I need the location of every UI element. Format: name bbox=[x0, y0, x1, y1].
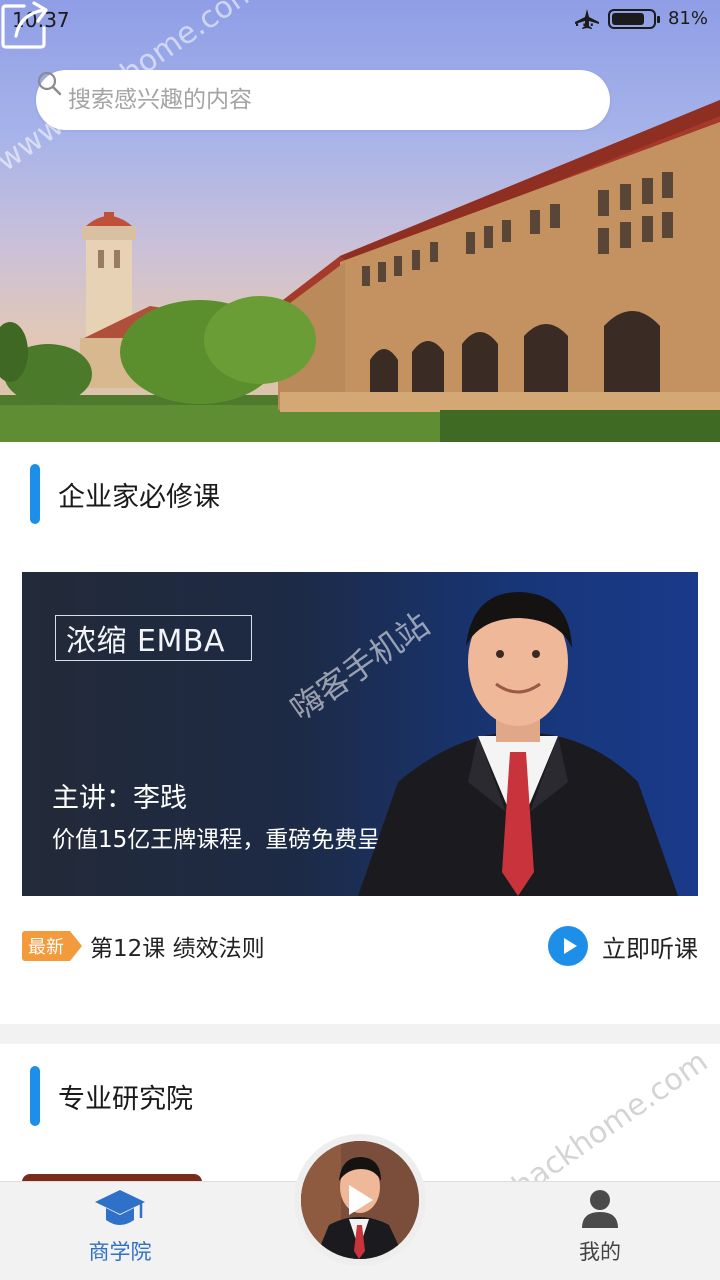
section-header: 专业研究院 bbox=[0, 1066, 193, 1126]
latest-lesson-row[interactable]: 最新 第12课 绩效法则 立即听课 bbox=[22, 926, 698, 966]
banner-speaker: 主讲：李践 bbox=[52, 783, 187, 814]
search-bar[interactable] bbox=[36, 70, 610, 130]
status-bar: 10:37 ... 81% bbox=[0, 0, 720, 42]
section-entrepreneur-courses: 企业家必修课 浓缩 EMBA 主讲：李践 价值15亿王牌课程，重磅免费呈现 嗨客… bbox=[0, 442, 720, 1024]
player-thumbnail bbox=[301, 1141, 419, 1259]
person-icon bbox=[582, 1190, 618, 1228]
section-header: 企业家必修课 bbox=[0, 464, 220, 524]
banner-tag: 浓缩 EMBA bbox=[55, 615, 252, 661]
play-icon bbox=[349, 1185, 373, 1215]
new-badge: 最新 bbox=[22, 931, 82, 961]
battery-icon bbox=[607, 8, 660, 29]
accent-bar bbox=[30, 464, 40, 524]
battery-percent: 81% bbox=[667, 8, 708, 29]
lesson-title[interactable]: 第12课 绩效法则 bbox=[90, 929, 265, 963]
share-icon[interactable] bbox=[0, 0, 50, 50]
campus-photo bbox=[0, 100, 720, 442]
airplane-mode-icon bbox=[574, 9, 599, 29]
nav-label: 商学院 bbox=[88, 1240, 152, 1264]
graduation-cap-icon bbox=[95, 1190, 145, 1225]
nav-business-school[interactable]: 商学院 bbox=[40, 1182, 200, 1280]
play-icon bbox=[548, 926, 588, 966]
search-icon bbox=[37, 71, 62, 96]
course-banner[interactable]: 浓缩 EMBA 主讲：李践 价值15亿王牌课程，重磅免费呈现 嗨客手机站 bbox=[22, 572, 698, 896]
search-input[interactable] bbox=[68, 87, 528, 113]
nav-me[interactable]: 我的 bbox=[520, 1182, 680, 1280]
hero-banner: 10:37 ... 81% www.hackhome.com bbox=[0, 0, 720, 442]
status-icons: ... 81% bbox=[574, 8, 708, 29]
nav-label: 我的 bbox=[579, 1240, 621, 1264]
listen-now-button[interactable]: 立即听课 bbox=[548, 926, 698, 966]
section-title: 专业研究院 bbox=[58, 1083, 193, 1115]
listen-now-label: 立即听课 bbox=[602, 934, 698, 963]
speaker-portrait bbox=[358, 592, 678, 896]
accent-bar bbox=[30, 1066, 40, 1126]
audio-player-button[interactable] bbox=[294, 1134, 426, 1266]
section-title: 企业家必修课 bbox=[58, 481, 220, 513]
battery-fill bbox=[611, 12, 645, 25]
